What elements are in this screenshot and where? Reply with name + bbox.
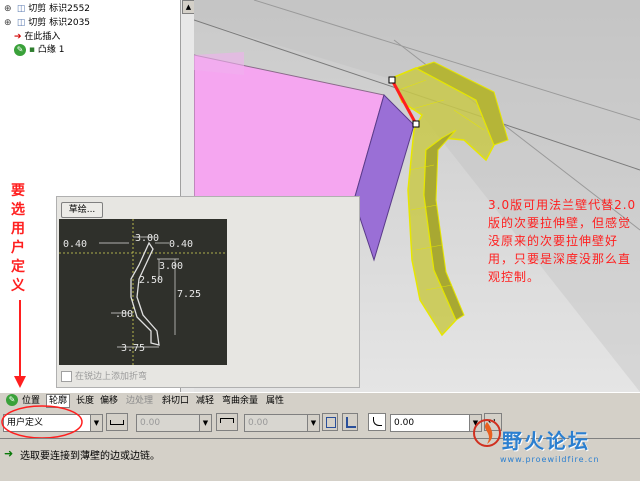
- tab-miter-cut[interactable]: 斜切口: [162, 395, 189, 407]
- dim-label: 2.50: [139, 275, 163, 286]
- checkbox[interactable]: [61, 371, 72, 382]
- message-arrow-icon: ➜: [4, 447, 14, 460]
- tree-item-flange-1[interactable]: ✎ ▪ 凸缘 1: [14, 43, 64, 57]
- expand-icon[interactable]: ⊕: [4, 16, 14, 30]
- cut-feature-icon: ◫: [16, 4, 26, 14]
- cut-feature-icon: ◫: [16, 18, 26, 28]
- tree-item-cut-2552[interactable]: ⊕ ◫ 切剪 标识2552: [4, 2, 90, 16]
- insert-here-arrow-icon: ➔: [14, 32, 22, 42]
- edge-handle-end[interactable]: [412, 120, 420, 128]
- watermark-url: www.proewildfire.cn: [500, 455, 600, 464]
- down-arrow-icon: [14, 300, 26, 388]
- dimension-lines: [99, 236, 179, 348]
- tab-properties[interactable]: 属性: [266, 395, 284, 407]
- tab-offset[interactable]: 偏移: [100, 395, 118, 407]
- sketch-profile: [130, 241, 160, 346]
- sharp-edge-bend-option[interactable]: 在锐边上添加折弯: [61, 369, 147, 382]
- dim-label: 3.00: [159, 261, 183, 272]
- square-marker-icon: ▪: [28, 45, 35, 55]
- profile-sketch-panel: 草绘... 0.40 3.00 0.40 3.00 2.50 7.25 .80 …: [56, 196, 360, 388]
- thicken-button[interactable]: [342, 413, 358, 431]
- chevron-down-icon: ▼: [307, 415, 319, 431]
- length-end-icon: [220, 418, 234, 423]
- expand-icon[interactable]: ⊕: [4, 2, 14, 16]
- dim-label: 7.25: [177, 289, 201, 300]
- tab-bend-allowance[interactable]: 弯曲余量: [222, 395, 258, 407]
- dim-label: 3.00: [135, 233, 159, 244]
- sketch-button[interactable]: 草绘...: [61, 202, 103, 218]
- flip-icon: [326, 417, 336, 428]
- tree-item-label: 凸缘 1: [37, 45, 65, 55]
- sketch-preview-svg: 0.40 3.00 0.40 3.00 2.50 7.25 .80 3.75: [59, 219, 227, 365]
- bend-radius-toggle[interactable]: [368, 413, 386, 431]
- dim-label: .80: [115, 309, 133, 320]
- highlight-circle: [1, 405, 83, 439]
- watermark-logo: 野火论坛: [502, 429, 590, 453]
- length2-value: 0.00: [248, 418, 269, 428]
- flange-feature-icon: ✎: [14, 44, 26, 56]
- length2-type-button[interactable]: [216, 413, 238, 431]
- length1-field: 0.00 ▼: [136, 414, 212, 432]
- tree-item-cut-2035[interactable]: ⊕ ◫ 切剪 标识2035: [4, 16, 90, 30]
- tree-item-label: 切剪 标识2552: [28, 4, 91, 14]
- chevron-down-icon: ▼: [199, 415, 211, 431]
- dim-label: 3.75: [121, 343, 145, 354]
- flame-logo-icon: [473, 419, 501, 447]
- flip-side-button[interactable]: [322, 413, 338, 431]
- status-message: 选取要连接到薄壁的边或边链。: [20, 451, 160, 462]
- length1-value: 0.00: [140, 418, 161, 428]
- bend-radius-icon: [373, 417, 382, 426]
- checkbox-label: 在锐边上添加折弯: [75, 372, 148, 382]
- length-type-button[interactable]: [106, 413, 128, 431]
- side-hint: 要选用户定义: [11, 183, 25, 294]
- thicken-icon: [346, 417, 356, 428]
- dim-label: 0.40: [169, 239, 193, 250]
- length-end-icon: [110, 420, 124, 425]
- annotation-note: 3.0版可用法兰壁代替2.0版的次要拉伸壁，但感觉没原来的次要拉伸壁好用，只要是…: [488, 198, 637, 284]
- sketch-preview: 0.40 3.00 0.40 3.00 2.50 7.25 .80 3.75: [59, 219, 227, 365]
- edge-handle-start[interactable]: [388, 76, 396, 84]
- tab-relief[interactable]: 减轻: [196, 395, 214, 407]
- dim-label: 0.40: [63, 239, 87, 250]
- bend-radius-field[interactable]: 0.00 ▼: [390, 414, 482, 432]
- bend-radius-value: 0.00: [394, 418, 415, 428]
- dashboard-tab-bar: ✎ 位置 轮廓 长度 偏移 边处理 斜切口 减轻 弯曲余量 属性: [0, 392, 640, 409]
- length2-field: 0.00 ▼: [244, 414, 320, 432]
- tree-item-label: 切剪 标识2035: [28, 18, 91, 28]
- tree-item-label: 在此插入: [24, 32, 61, 42]
- tab-edge-treatment: 边处理: [126, 396, 154, 406]
- tree-item-insert-here[interactable]: ➔ 在此插入: [14, 30, 60, 44]
- chevron-down-icon[interactable]: ▼: [90, 415, 102, 431]
